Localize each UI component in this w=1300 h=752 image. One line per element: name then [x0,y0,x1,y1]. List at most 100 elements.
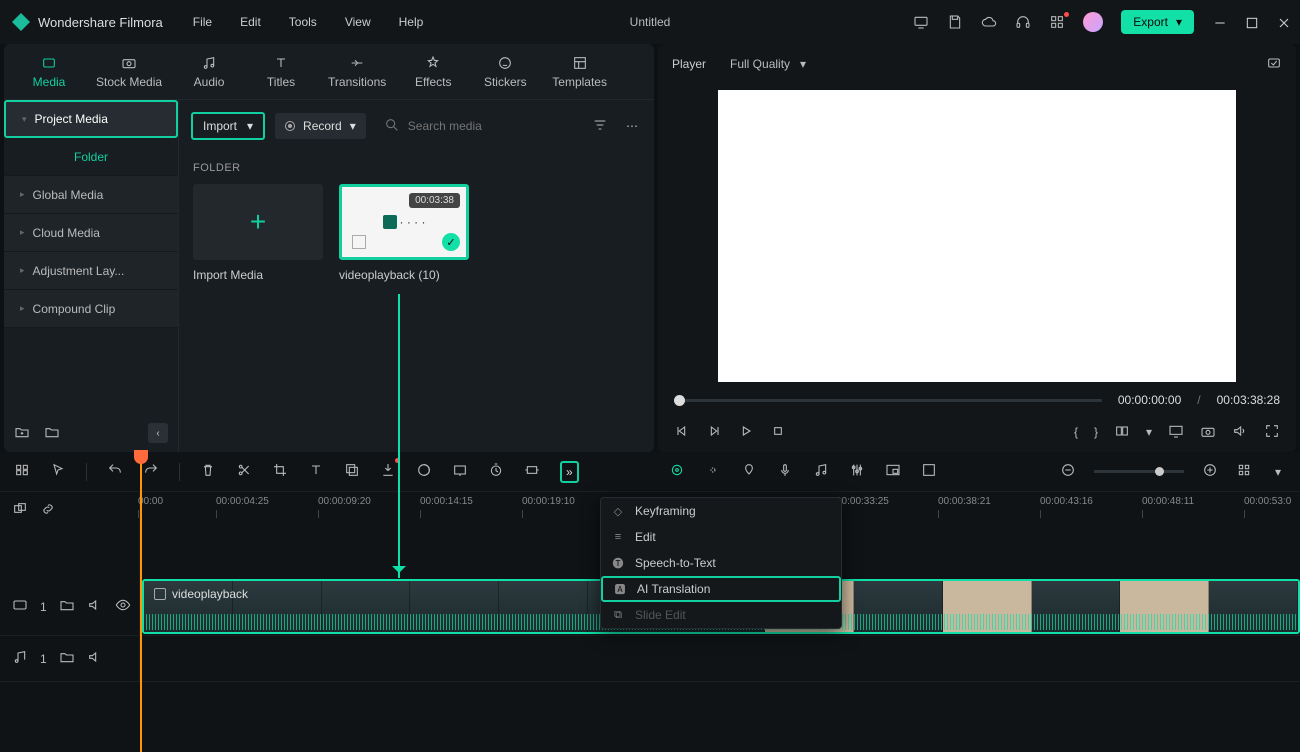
ctx-keyframing[interactable]: ◇Keyframing [601,498,841,524]
menu-view[interactable]: View [345,15,371,29]
tick: 00:00:53:0 [1244,496,1291,507]
color-icon[interactable] [416,462,432,481]
tab-stock[interactable]: Stock Media [96,54,162,89]
import-tile[interactable]: + Import Media [193,184,323,282]
view-grid-icon[interactable] [1236,462,1252,481]
quality-dropdown[interactable]: Full Quality▾ [730,57,806,71]
device-icon[interactable] [913,14,929,30]
cursor-icon[interactable] [50,462,66,481]
marker-icon[interactable] [741,462,757,481]
adjust-icon[interactable] [705,462,721,481]
new-folder-icon[interactable] [14,424,30,443]
playhead[interactable] [140,452,142,752]
minimize-icon[interactable] [1212,15,1226,29]
collapse-sidebar-button[interactable]: ‹ [148,423,168,443]
maximize-icon[interactable] [1244,15,1258,29]
speed-down-icon[interactable] [380,462,396,481]
crop-icon[interactable] [272,462,288,481]
search-input[interactable] [408,119,570,133]
tab-stickers[interactable]: Stickers [480,54,530,89]
ai-icon[interactable] [669,462,685,481]
mute-icon[interactable] [87,649,103,668]
sidebar-cloud-media[interactable]: ▸Cloud Media [4,214,178,252]
lock-icon[interactable] [59,597,75,616]
zoom-slider[interactable] [1094,470,1184,473]
app-logo-icon [12,13,30,31]
video-canvas[interactable] [718,90,1236,382]
chevron-down-icon[interactable]: ▾ [1146,425,1152,439]
ctx-ai-translation[interactable]: 🅰AI Translation [601,576,841,602]
apps-icon[interactable] [1049,14,1065,30]
stop-icon[interactable] [770,423,786,442]
sidebar-project-media[interactable]: ▾Project Media [4,100,178,138]
menu-tools[interactable]: Tools [289,15,317,29]
lock-icon[interactable] [59,649,75,668]
headphones-icon[interactable] [1015,14,1031,30]
mute-icon[interactable] [87,597,103,616]
record-button[interactable]: Record▾ [275,113,366,139]
copy-icon[interactable] [344,462,360,481]
mark-out-icon[interactable]: } [1094,425,1098,439]
player-header: Player Full Quality▾ [658,44,1296,84]
tab-effects[interactable]: Effects [408,54,458,89]
split-icon[interactable] [236,462,252,481]
redo-icon[interactable] [143,462,159,481]
camera-icon[interactable] [1200,423,1216,442]
zoom-out-icon[interactable] [1060,462,1076,481]
ctx-speech-to-text[interactable]: 🅣Speech-to-Text [601,550,841,576]
audio-track-body[interactable] [140,636,1300,681]
user-avatar[interactable] [1083,12,1103,32]
tab-titles[interactable]: Titles [256,54,306,89]
timer-icon[interactable] [488,462,504,481]
undo-icon[interactable] [107,462,123,481]
prev-frame-icon[interactable] [674,423,690,442]
text-icon[interactable] [308,462,324,481]
import-button[interactable]: Import▾ [191,112,265,140]
menu-help[interactable]: Help [399,15,424,29]
more-tools-button[interactable]: » [560,461,579,483]
fullscreen-icon[interactable] [1264,423,1280,442]
close-icon[interactable] [1276,15,1290,29]
more-icon[interactable]: ⋯ [622,115,642,137]
tab-audio[interactable]: Audio [184,54,234,89]
menu-edit[interactable]: Edit [240,15,261,29]
sidebar-global-media[interactable]: ▸Global Media [4,176,178,214]
mic-icon[interactable] [777,462,793,481]
filter-icon[interactable] [588,113,612,140]
tab-templates[interactable]: Templates [552,54,607,89]
volume-icon[interactable] [1232,423,1248,442]
save-icon[interactable] [947,14,963,30]
tab-transitions[interactable]: Transitions [328,54,386,89]
mixer-icon[interactable] [849,462,865,481]
mark-in-icon[interactable]: { [1074,425,1078,439]
layout-icon[interactable] [1114,423,1130,442]
next-frame-icon[interactable] [706,423,722,442]
render-icon[interactable] [921,462,937,481]
scrub-slider[interactable] [674,399,1102,402]
bin-icon[interactable] [44,424,60,443]
search-box[interactable] [376,117,578,136]
fit-icon[interactable] [524,462,540,481]
eye-icon[interactable] [115,597,131,616]
music-icon[interactable] [813,462,829,481]
play-icon[interactable] [738,423,754,442]
ctx-edit[interactable]: ≡Edit [601,524,841,550]
menu-file[interactable]: File [193,15,212,29]
delete-icon[interactable] [200,462,216,481]
tab-media[interactable]: Media [24,54,74,89]
overlap-icon[interactable] [12,501,28,520]
snapshot-icon[interactable] [1266,55,1282,74]
pip-icon[interactable] [885,462,901,481]
cloud-icon[interactable] [981,14,997,30]
sidebar-compound[interactable]: ▸Compound Clip [4,290,178,328]
export-frame-icon[interactable] [452,462,468,481]
sidebar-adjustment[interactable]: ▸Adjustment Lay... [4,252,178,290]
link-icon[interactable] [40,501,56,520]
media-clip-tile[interactable]: 00:03:38 · · · · ✓ videoplayback (10) [339,184,469,282]
chevron-down-icon[interactable]: ▾ [1270,465,1286,479]
tracks-icon[interactable] [14,462,30,481]
export-button[interactable]: Export ▾ [1121,10,1194,34]
display-icon[interactable] [1168,423,1184,442]
sidebar-folder[interactable]: Folder [4,138,178,176]
zoom-in-icon[interactable] [1202,462,1218,481]
